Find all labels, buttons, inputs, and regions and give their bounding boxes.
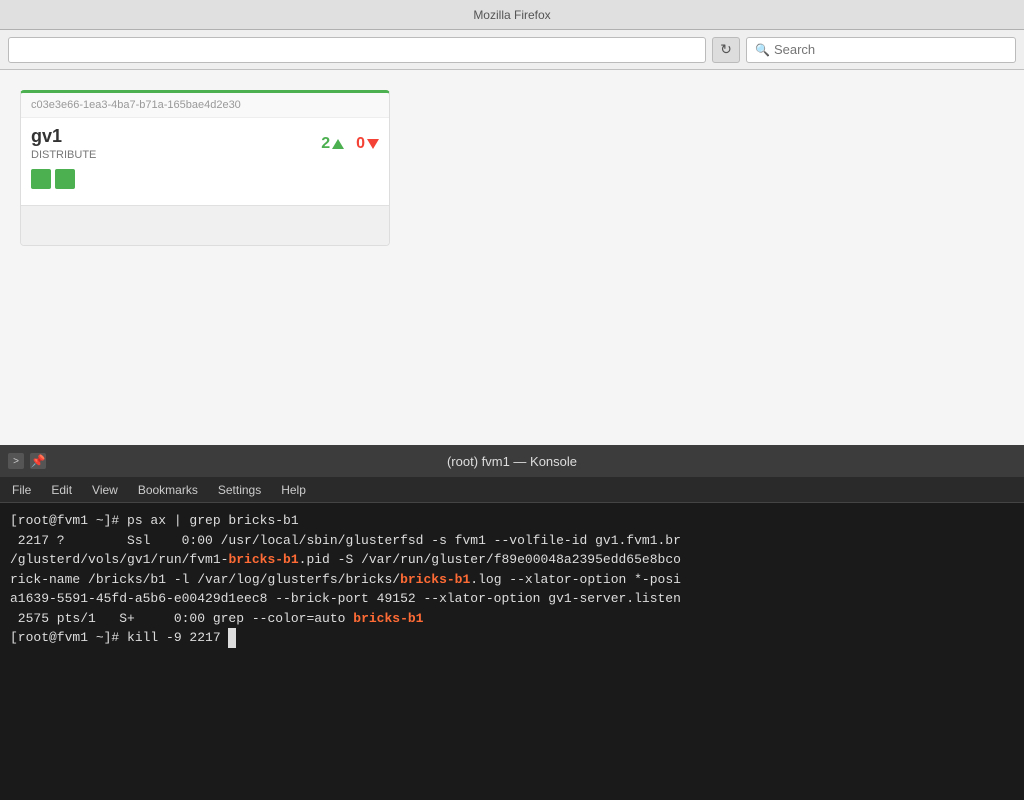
- volume-info: gv1 DISTRIBUTE: [31, 126, 96, 161]
- browser-title: Mozilla Firefox: [473, 8, 550, 22]
- terminal-menu-settings[interactable]: Settings: [214, 481, 265, 499]
- volume-up-stat: 2: [321, 135, 344, 153]
- terminal-cursor: [228, 628, 236, 648]
- volume-card-hash: c03e3e66-1ea3-4ba7-b71a-165bae4d2e30: [21, 93, 389, 118]
- term-line-3: /glusterd/vols/gv1/run/fvm1-bricks-b1.pi…: [10, 550, 1014, 570]
- brick-indicator-1: [31, 169, 51, 189]
- browser-titlebar: Mozilla Firefox: [0, 0, 1024, 30]
- terminal-icon-btn[interactable]: >: [8, 453, 24, 469]
- search-input[interactable]: [774, 42, 1007, 57]
- terminal-menu-file[interactable]: File: [8, 481, 35, 499]
- terminal-menu-view[interactable]: View: [88, 481, 122, 499]
- search-bar-container[interactable]: 🔍: [746, 37, 1016, 63]
- pin-icon: 📌: [31, 454, 46, 468]
- brick-indicator-2: [55, 169, 75, 189]
- highlight-bricks-b1-1: bricks-b1: [228, 552, 298, 567]
- volume-type: DISTRIBUTE: [31, 149, 96, 161]
- terminal-title: (root) fvm1 — Konsole: [447, 454, 577, 469]
- highlight-bricks-b1-2: bricks-b1: [400, 572, 470, 587]
- page-content: c03e3e66-1ea3-4ba7-b71a-165bae4d2e30 gv1…: [0, 70, 1024, 460]
- terminal-icon: >: [13, 456, 19, 467]
- terminal-body: [root@fvm1 ~]# ps ax | grep bricks-b1 22…: [0, 503, 1024, 800]
- arrow-down-icon: [367, 139, 379, 149]
- down-count: 0: [356, 135, 365, 153]
- volume-card-row: gv1 DISTRIBUTE 2 0: [31, 126, 379, 161]
- terminal-pin-btn[interactable]: 📌: [30, 453, 46, 469]
- term-line-7: [root@fvm1 ~]# kill -9 2217: [10, 628, 1014, 648]
- arrow-up-icon: [332, 139, 344, 149]
- term-line-1: [root@fvm1 ~]# ps ax | grep bricks-b1: [10, 511, 1014, 531]
- volume-card-footer: [21, 205, 389, 245]
- terminal-controls: > 📌: [8, 453, 46, 469]
- reload-button[interactable]: ↻: [712, 37, 740, 63]
- volume-name: gv1: [31, 126, 96, 147]
- volume-bricks: [31, 169, 379, 197]
- term-line-4: rick-name /bricks/b1 -l /var/log/gluster…: [10, 570, 1014, 590]
- terminal-menubar: File Edit View Bookmarks Settings Help: [0, 477, 1024, 503]
- search-icon: 🔍: [755, 43, 770, 57]
- term-line-2: 2217 ? Ssl 0:00 /usr/local/sbin/glusterf…: [10, 531, 1014, 551]
- volume-card: c03e3e66-1ea3-4ba7-b71a-165bae4d2e30 gv1…: [20, 90, 390, 246]
- volume-stats: 2 0: [321, 135, 379, 153]
- up-count: 2: [321, 135, 330, 153]
- volume-down-stat: 0: [356, 135, 379, 153]
- volume-card-body: gv1 DISTRIBUTE 2 0: [21, 118, 389, 205]
- highlight-bricks-b1-3: bricks-b1: [353, 611, 423, 626]
- terminal-menu-edit[interactable]: Edit: [47, 481, 76, 499]
- term-line-6: 2575 pts/1 S+ 0:00 grep --color=auto bri…: [10, 609, 1014, 629]
- term-line-5: a1639-5591-45fd-a5b6-e00429d1eec8 --bric…: [10, 589, 1014, 609]
- terminal-menu-help[interactable]: Help: [277, 481, 310, 499]
- terminal-menu-bookmarks[interactable]: Bookmarks: [134, 481, 202, 499]
- browser-toolbar: ↻ 🔍: [0, 30, 1024, 70]
- terminal-window: > 📌 (root) fvm1 — Konsole File Edit View…: [0, 445, 1024, 800]
- terminal-titlebar: > 📌 (root) fvm1 — Konsole: [0, 445, 1024, 477]
- address-bar[interactable]: [8, 37, 706, 63]
